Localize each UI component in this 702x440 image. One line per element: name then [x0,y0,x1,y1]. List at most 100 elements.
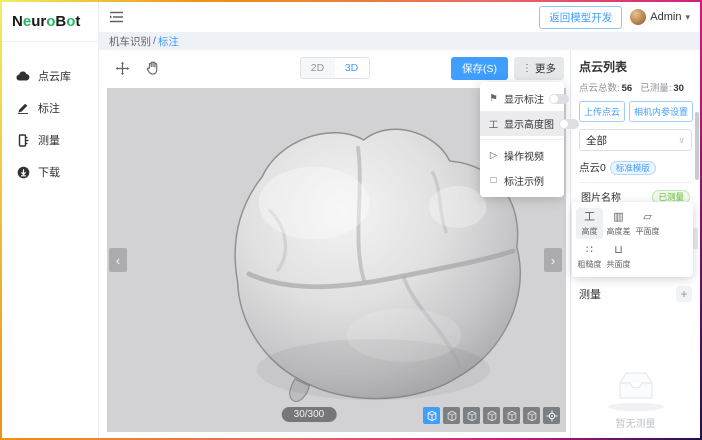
show-annotation-toggle[interactable] [549,94,569,104]
sidebar-item-label: 点云库 [38,68,71,84]
canvas-column: 2D 3D 保存(S) ⋮ 更多 ⚑ 显示标注 [99,50,570,438]
canvas-toolbar: 2D 3D 保存(S) ⋮ 更多 [99,50,570,86]
empty-box-shadow [608,403,664,411]
total-label: 点云总数: [579,83,620,94]
logo-gear-letter: o [46,13,55,30]
view-mode-segmented: 2D 3D [300,57,370,79]
tool-roughness[interactable]: ∷ 粗糙度 [576,241,603,272]
app: NeuroBot 点云库 标注 测量 [2,2,700,438]
sidebar-item-label: 标注 [38,100,60,116]
ruler-icon [16,133,30,147]
view-cube-button-right[interactable] [503,407,520,424]
prev-arrow-button[interactable]: ‹ [109,248,127,272]
breadcrumb-current: 标注 [158,34,179,49]
breadcrumb: 机车识别/标注 [99,32,700,50]
upload-pointcloud-button[interactable]: 上传点云 [579,101,625,122]
toolbar-right-group: 保存(S) ⋮ 更多 [451,57,564,80]
menu-item-annotation-example[interactable]: □ 标注示例 [480,168,564,193]
empty-state: 暂无测量 [571,368,700,430]
filter-select[interactable]: 全部 ∨ [579,129,692,151]
frame-icon: □ [488,175,499,186]
back-to-model-dev-button[interactable]: 返回模型开发 [539,6,622,29]
tool-flatness[interactable]: ▱ 平面度 [634,208,661,239]
logo-gear-letter: e [23,13,31,30]
total-value: 56 [622,83,633,94]
pager-badge: 30/300 [282,407,337,422]
height-diff-icon: ▥ [605,211,632,224]
sidebar-item-annotate[interactable]: 标注 [2,92,98,124]
move-icon[interactable] [113,59,131,77]
roughness-icon: ∷ [576,244,603,257]
tool-coplanarity[interactable]: ⊔ 共面度 [605,241,632,272]
vertical-dots-icon: ⋮ [522,63,532,74]
sidebar: NeuroBot 点云库 标注 测量 [2,2,99,438]
pen-icon [16,101,30,115]
user-menu[interactable]: Admin ▾ [630,9,690,25]
hand-icon[interactable] [143,59,161,77]
sidebar-item-label: 下载 [38,164,60,180]
top-right-group: 返回模型开发 Admin ▾ [539,6,690,29]
add-measure-button[interactable]: + [676,286,692,302]
camera-params-button[interactable]: 相机内参设置 [629,101,693,122]
cloud-name: 点云0 [579,160,606,175]
point-cloud-panel: 点云列表 点云总数:56 已测量:30 上传点云 相机内参设置 全部 ∨ 点云0… [570,50,700,438]
download-icon [16,165,30,179]
logo-gear-letter: o [66,13,75,30]
panel-scrollbar[interactable] [695,112,699,180]
brand-logo: NeuroBot [2,2,98,42]
panel-stats: 点云总数:56 已测量:30 [579,80,692,94]
mode-3d-button[interactable]: 3D [335,58,369,78]
ibeam-icon: 工 [488,117,499,131]
mode-2d-button[interactable]: 2D [301,58,335,78]
sidebar-item-download[interactable]: 下载 [2,156,98,188]
sidebar-item-pointcloud-library[interactable]: 点云库 [2,60,98,92]
avatar [630,9,646,25]
more-button[interactable]: ⋮ 更多 [514,57,564,80]
window-frame: NeuroBot 点云库 标注 测量 [0,0,702,440]
sidebar-item-label: 测量 [38,132,60,148]
chevron-down-icon: ∨ [678,135,685,146]
flag-icon: ⚑ [488,93,499,104]
panel-buttons: 上传点云 相机内参设置 [579,101,692,122]
sidebar-item-measure[interactable]: 测量 [2,124,98,156]
view-cube-button-left[interactable] [483,407,500,424]
menu-item-show-heightmap[interactable]: 工 显示高度图 [480,111,564,136]
video-icon: ▷ [488,150,499,161]
coplanarity-icon: ⊔ [605,244,632,257]
tool-height[interactable]: 工 高度 [576,208,603,239]
more-menu: ⚑ 显示标注 工 显示高度图 ▷ 操作视频 □ [480,82,564,197]
measure-title: 测量 [579,286,601,302]
flatness-icon: ▱ [634,211,661,224]
save-button[interactable]: 保存(S) [451,57,508,80]
sidebar-menu: 点云库 标注 测量 下载 [2,42,98,188]
measure-tools-popover: 工 高度 ▥ 高度差 ▱ 平面度 ∷ 粗糙度 [572,202,693,277]
breadcrumb-section[interactable]: 机车识别 [109,34,151,49]
menu-divider [480,139,564,140]
main-area: 返回模型开发 Admin ▾ 机车识别/标注 [99,2,700,438]
panel-title: 点云列表 [579,58,692,75]
view-cube-button-back[interactable] [463,407,480,424]
pan-icons [113,59,161,77]
caret-down-icon: ▾ [685,12,690,23]
empty-box-icon [613,368,659,404]
view-cube-button-iso[interactable] [423,407,440,424]
cloud-icon [16,69,30,83]
height-icon: 工 [576,211,603,224]
measured-label: 已测量: [640,83,671,94]
filter-selected-value: 全部 [586,133,607,148]
next-arrow-button[interactable]: › [544,248,562,272]
tool-height-diff[interactable]: ▥ 高度差 [605,208,632,239]
cloud-row[interactable]: 点云0 标准模版 [579,160,692,183]
menu-item-tutorial-video[interactable]: ▷ 操作视频 [480,143,564,168]
menu-item-show-annotation[interactable]: ⚑ 显示标注 [480,86,564,111]
measure-section-header: 测量 + [579,276,692,302]
logo-text: N [12,13,23,30]
empty-text: 暂无测量 [571,415,700,430]
view-cube-button-top[interactable] [523,407,540,424]
view-reset-button[interactable] [543,407,560,424]
template-badge: 标准模版 [610,161,656,175]
view-cube-button-front[interactable] [443,407,460,424]
top-bar: 返回模型开发 Admin ▾ [99,2,700,32]
show-heightmap-toggle[interactable] [559,119,579,129]
collapse-menu-icon[interactable] [109,10,125,24]
